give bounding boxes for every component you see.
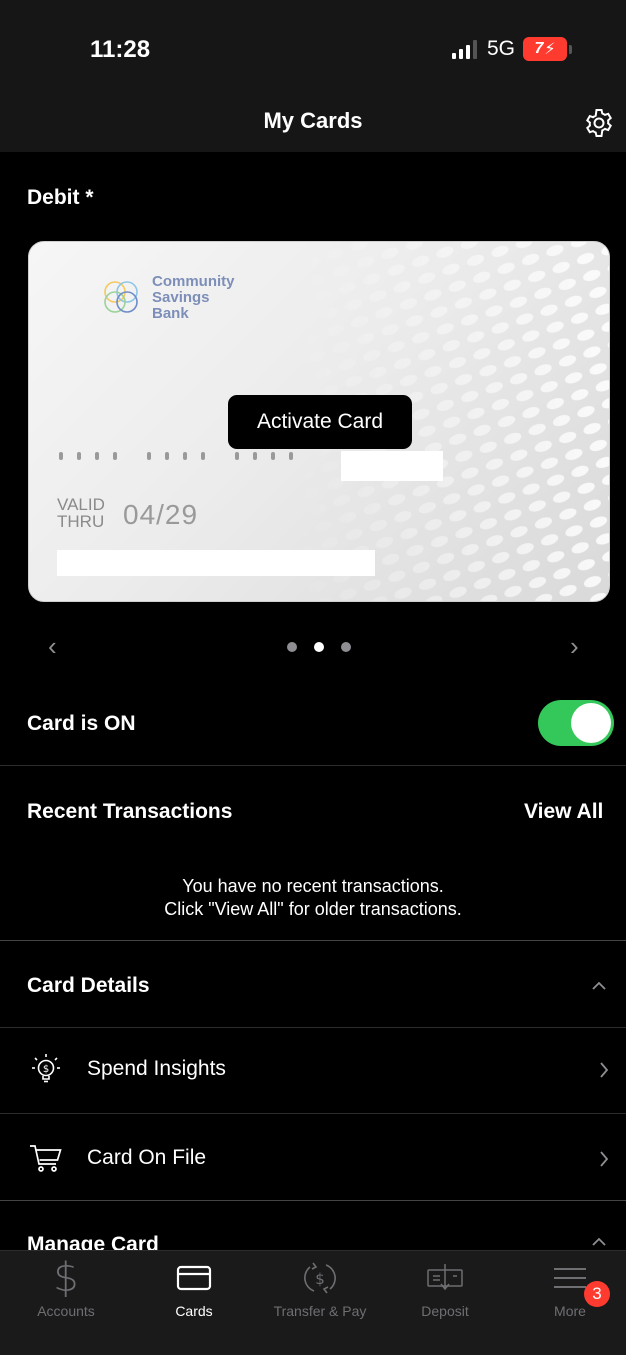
empty-message-line: Click "View All" for older transactions.	[164, 899, 462, 919]
toggle-knob	[571, 703, 611, 743]
svg-text:$: $	[315, 1270, 325, 1288]
bank-name-line: Savings	[152, 289, 210, 306]
tab-accounts[interactable]: $ Accounts	[14, 1251, 118, 1331]
card-on-toggle[interactable]	[538, 700, 614, 746]
chevron-right-icon[interactable]: ›	[570, 633, 579, 659]
battery-tip	[569, 44, 573, 54]
gear-icon[interactable]	[583, 107, 615, 139]
tab-label: Transfer & Pay	[273, 1303, 367, 1319]
view-all-link[interactable]: View All	[524, 800, 603, 824]
tab-label: Deposit	[421, 1303, 469, 1319]
tab-label: More	[554, 1303, 586, 1319]
shopping-cart-icon	[30, 1145, 62, 1172]
chevron-up-icon[interactable]	[590, 1236, 608, 1248]
battery-icon: 7 ⚡	[523, 37, 568, 61]
divider	[0, 765, 626, 766]
divider	[0, 1200, 626, 1201]
tab-bar: $ Accounts Cards $ Transfer & Pay Deposi…	[0, 1250, 626, 1362]
page-dot[interactable]	[287, 642, 297, 652]
bank-name: Community Savings Bank	[152, 274, 235, 322]
empty-transactions-message: You have no recent transactions. Click "…	[0, 875, 626, 921]
screen: 11:28 5G 7 ⚡ My Cards Debit * Community …	[0, 0, 626, 1362]
empty-message-line: You have no recent transactions.	[182, 876, 444, 896]
divider	[0, 940, 626, 941]
tab-transfer-pay[interactable]: $ Transfer & Pay	[258, 1251, 382, 1331]
debit-card[interactable]: Community Savings Bank Activate Card VAL…	[28, 241, 610, 602]
status-indicators: 5G 7 ⚡	[452, 36, 573, 62]
redacted-cardholder-name	[57, 550, 375, 576]
recent-transactions-title: Recent Transactions	[27, 800, 233, 823]
valid-label-line: VALID	[57, 495, 105, 514]
chevron-left-icon[interactable]: ‹	[48, 633, 57, 659]
charging-bolt-icon: ⚡	[544, 41, 556, 58]
bank-name-line: Bank	[152, 305, 189, 322]
menu-icon	[552, 1257, 588, 1299]
lightbulb-dollar-icon: $	[32, 1054, 60, 1083]
nav-bar: My Cards	[0, 92, 626, 152]
status-bar: 11:28 5G 7 ⚡	[0, 0, 626, 92]
battery-level: 7	[534, 40, 544, 57]
tab-deposit[interactable]: Deposit	[400, 1251, 490, 1331]
page-title: My Cards	[263, 108, 363, 133]
tab-cards[interactable]: Cards	[144, 1251, 244, 1331]
dollar-icon: $	[53, 1255, 79, 1301]
transfer-pay-icon: $	[300, 1257, 340, 1299]
page-dot[interactable]	[341, 642, 351, 652]
bottom-edge	[0, 1355, 626, 1362]
signal-icon	[452, 39, 477, 59]
card-on-file-label[interactable]: Card On File	[87, 1146, 206, 1170]
valid-thru-label: VALID THRU	[57, 496, 105, 530]
tab-label: Cards	[175, 1303, 213, 1319]
divider	[0, 1027, 626, 1028]
chevron-up-icon[interactable]	[590, 980, 608, 992]
card-icon	[176, 1257, 212, 1299]
svg-text:$: $	[43, 1064, 49, 1075]
bank-name-line: Community	[152, 273, 235, 290]
chevron-right-icon[interactable]	[598, 1149, 610, 1169]
card-number-masked	[59, 452, 293, 460]
card-status-label: Card is ON	[27, 712, 136, 735]
page-dot-active[interactable]	[314, 642, 324, 652]
spend-insights-label[interactable]: Spend Insights	[87, 1057, 226, 1081]
card-details-title[interactable]: Card Details	[27, 974, 150, 998]
page-indicator	[287, 642, 351, 652]
activate-card-button[interactable]: Activate Card	[228, 395, 412, 449]
card-type-label: Debit *	[27, 186, 94, 209]
thru-label-line: THRU	[57, 512, 105, 531]
redacted-card-digits	[341, 451, 443, 481]
tab-label: Accounts	[37, 1303, 95, 1319]
expiry-date: 04/29	[123, 499, 199, 530]
chevron-right-icon[interactable]	[598, 1060, 610, 1080]
network-type: 5G	[487, 37, 516, 60]
bank-logo-icon	[104, 281, 138, 313]
card-pager: ‹ ›	[0, 633, 626, 661]
status-time: 11:28	[90, 36, 151, 63]
deposit-check-icon	[425, 1257, 465, 1299]
more-notification-badge: 3	[584, 1281, 610, 1307]
divider	[0, 1113, 626, 1114]
